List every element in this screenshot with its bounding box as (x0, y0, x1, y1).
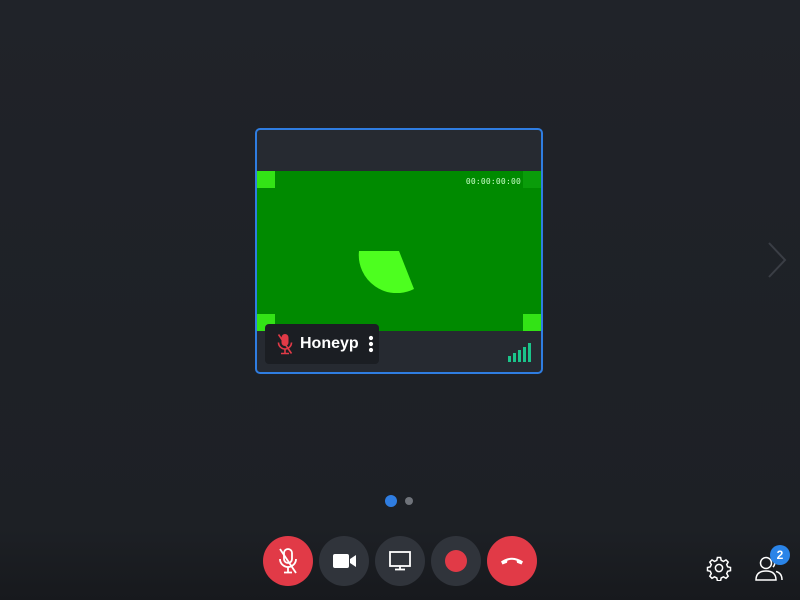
page-dot[interactable] (405, 497, 413, 505)
pagination-dots (385, 495, 415, 507)
more-options-icon[interactable] (367, 335, 375, 353)
hang-up-button[interactable] (487, 536, 537, 586)
mic-off-icon (279, 548, 297, 574)
page-dot-active[interactable] (385, 495, 397, 507)
record-icon (445, 550, 467, 572)
participant-count-badge: 2 (770, 545, 790, 565)
participant-name-chip: Honeyp (265, 324, 379, 364)
video-feed: 00:00:00:00 (257, 171, 541, 331)
video-timecode: 00:00:00:00 (465, 177, 521, 186)
test-pattern-shape (358, 251, 414, 293)
toggle-camera-button[interactable] (319, 536, 369, 586)
video-corner-marker (523, 171, 541, 188)
video-camera-icon (333, 554, 356, 568)
mic-muted-icon (277, 334, 293, 355)
hang-up-phone-icon (501, 557, 523, 565)
connection-quality-icon[interactable] (507, 342, 533, 362)
settings-gear-icon[interactable] (706, 555, 732, 581)
conference-stage: 00:00:00:00 Honeyp 2 (0, 0, 800, 600)
record-button[interactable] (431, 536, 481, 586)
next-page-chevron-icon[interactable] (765, 240, 789, 280)
toggle-microphone-button[interactable] (263, 536, 313, 586)
call-toolbar (263, 536, 539, 586)
video-corner-marker (257, 171, 275, 188)
monitor-icon (389, 551, 411, 571)
participant-tile[interactable]: 00:00:00:00 Honeyp (255, 128, 543, 374)
video-corner-marker (523, 314, 541, 331)
participant-name: Honeyp (300, 335, 359, 352)
share-screen-button[interactable] (375, 536, 425, 586)
